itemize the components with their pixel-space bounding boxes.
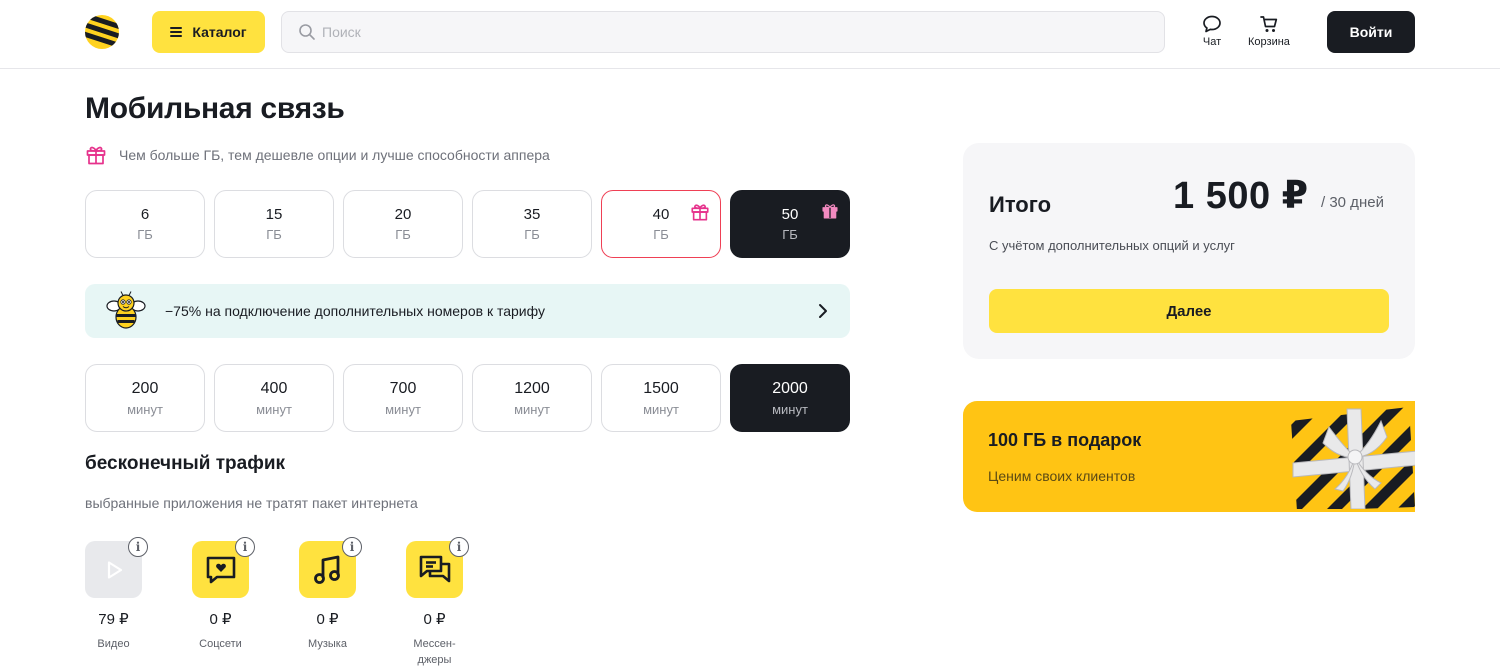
- option-unit: ГБ: [782, 227, 798, 242]
- unlimited-apps: i 79 ₽ Видео i 0 ₽ Соцсети i 0 ₽ Музыка …: [85, 537, 513, 668]
- promo-text: −75% на подключение дополнительных номер…: [165, 303, 545, 319]
- login-button[interactable]: Войти: [1327, 11, 1415, 53]
- option-unit: минут: [772, 401, 808, 417]
- data-options: 6 ГБ 15 ГБ 20 ГБ 35 ГБ 40 ГБ 50 ГБ: [85, 190, 850, 258]
- option-value: 200: [131, 379, 159, 397]
- option-value: 20: [394, 206, 412, 223]
- next-button[interactable]: Далее: [989, 289, 1389, 333]
- option-value: 700: [389, 379, 417, 397]
- gb-hint-text: Чем больше ГБ, тем дешевле опции и лучше…: [119, 147, 550, 163]
- chevron-right-icon: [819, 304, 827, 318]
- app-price: 79 ₽: [98, 611, 129, 628]
- menu-icon: [170, 27, 183, 37]
- app-label: Соцсети: [199, 638, 242, 650]
- option-unit: ГБ: [266, 227, 282, 242]
- header: Каталог Чат Корзина Войти: [0, 0, 1500, 69]
- app-label: Музыка: [308, 638, 347, 650]
- option-unit: ГБ: [524, 227, 540, 242]
- option-unit: ГБ: [395, 227, 411, 242]
- gift-banner-title: 100 ГБ в подарок: [988, 430, 1142, 450]
- option-value: 35: [523, 206, 541, 223]
- info-icon[interactable]: i: [128, 537, 148, 557]
- option-value: 15: [265, 206, 283, 223]
- app-price: 0 ₽: [316, 611, 339, 628]
- option-value: 1500: [643, 379, 679, 397]
- bee-mascot-icon: [106, 291, 146, 329]
- option-unit: минут: [643, 401, 679, 417]
- summary-price: 1 500 ₽: [1173, 175, 1309, 217]
- gift-icon: [691, 204, 709, 221]
- option-value: 1200: [514, 379, 550, 397]
- minute-option-2000[interactable]: 2000 минут: [730, 364, 850, 432]
- info-icon[interactable]: i: [342, 537, 362, 557]
- data-option-40[interactable]: 40 ГБ: [601, 190, 721, 258]
- minute-option-1200[interactable]: 1200 минут: [472, 364, 592, 432]
- data-option-20[interactable]: 20 ГБ: [343, 190, 463, 258]
- summary-card: Итого 1 500 ₽ / 30 дней С учётом дополни…: [963, 143, 1415, 359]
- app-messengers[interactable]: i 0 ₽ Мессен-джеры: [406, 537, 513, 668]
- option-unit: ГБ: [653, 227, 669, 242]
- option-value: 2000: [772, 379, 808, 397]
- chat-label: Чат: [1202, 36, 1222, 48]
- data-option-15[interactable]: 15 ГБ: [214, 190, 334, 258]
- option-value: 400: [260, 379, 288, 397]
- minute-option-700[interactable]: 700 минут: [343, 364, 463, 432]
- summary-note: С учётом дополнительных опций и услуг: [989, 238, 1235, 253]
- catalog-button[interactable]: Каталог: [152, 11, 265, 53]
- cart-link[interactable]: Корзина: [1248, 14, 1290, 48]
- app-price: 0 ₽: [209, 611, 232, 628]
- chat-icon: [1203, 15, 1221, 33]
- gift-banner[interactable]: 100 ГБ в подарок Ценим своих клиентов: [963, 401, 1415, 512]
- catalog-label: Каталог: [192, 24, 247, 40]
- gift-icon: [86, 146, 106, 165]
- cart-icon: [1260, 16, 1278, 32]
- beeline-logo[interactable]: [84, 14, 120, 50]
- minute-options: 200 минут 400 минут 700 минут 1200 минут…: [85, 364, 850, 432]
- option-unit: минут: [127, 401, 163, 417]
- app-price: 0 ₽: [423, 611, 446, 628]
- summary-label: Итого: [989, 192, 1052, 217]
- gift-banner-subtitle: Ценим своих клиентов: [988, 468, 1136, 484]
- option-value: 6: [140, 206, 150, 223]
- option-unit: ГБ: [137, 227, 153, 242]
- search-box[interactable]: [281, 11, 1165, 53]
- page-title: Мобильная связь: [85, 92, 345, 125]
- option-unit: минут: [514, 401, 550, 417]
- option-value: 50: [781, 206, 799, 223]
- option-value: 40: [652, 206, 670, 223]
- promo-banner[interactable]: −75% на подключение дополнительных номер…: [85, 284, 850, 338]
- music-note-icon: [313, 555, 340, 584]
- chat-heart-icon: [206, 556, 235, 583]
- minute-option-400[interactable]: 400 минут: [214, 364, 334, 432]
- info-icon[interactable]: i: [449, 537, 469, 557]
- app-social[interactable]: i 0 ₽ Соцсети: [192, 537, 299, 668]
- unlimited-subtitle: выбранные приложения не тратят пакет инт…: [85, 495, 418, 511]
- data-option-6[interactable]: 6 ГБ: [85, 190, 205, 258]
- cart-label: Корзина: [1248, 36, 1290, 48]
- option-unit: минут: [256, 401, 292, 417]
- gb-hint: Чем больше ГБ, тем дешевле опции и лучше…: [85, 144, 550, 166]
- gift-box-image: [1291, 407, 1415, 509]
- summary-period: / 30 дней: [1321, 194, 1384, 211]
- option-unit: минут: [385, 401, 421, 417]
- minute-option-200[interactable]: 200 минут: [85, 364, 205, 432]
- app-label: Видео: [97, 638, 130, 650]
- minute-option-1500[interactable]: 1500 минут: [601, 364, 721, 432]
- info-icon[interactable]: i: [235, 537, 255, 557]
- unlimited-title: бесконечный трафик: [85, 453, 286, 474]
- gift-icon: [822, 204, 838, 219]
- data-option-50[interactable]: 50 ГБ: [730, 190, 850, 258]
- chat-link[interactable]: Чат: [1201, 14, 1223, 48]
- data-option-35[interactable]: 35 ГБ: [472, 190, 592, 258]
- messages-icon: [419, 555, 450, 582]
- app-music[interactable]: i 0 ₽ Музыка: [299, 537, 406, 668]
- app-label: Мессен-джеры: [413, 638, 456, 666]
- search-icon: [299, 24, 315, 40]
- app-video[interactable]: i 79 ₽ Видео: [85, 537, 192, 668]
- play-icon: [107, 560, 122, 579]
- search-input[interactable]: [322, 24, 1122, 40]
